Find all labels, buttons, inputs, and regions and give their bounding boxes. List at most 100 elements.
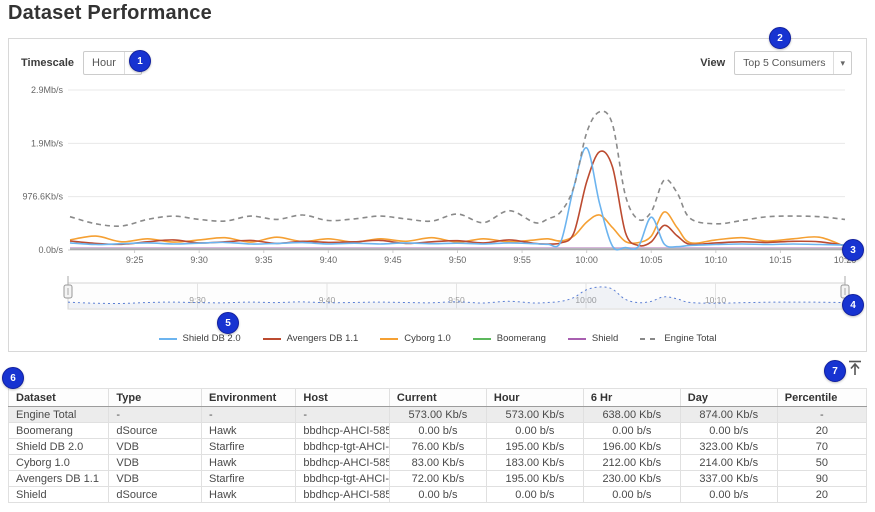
cell-six_hr: 196.00 Kb/s: [583, 439, 680, 455]
legend-swatch: [159, 338, 177, 340]
cell-type: VDB: [109, 439, 202, 455]
cell-current: 76.00 Kb/s: [389, 439, 486, 455]
column-header-day[interactable]: Day: [680, 389, 777, 407]
cell-hour: 195.00 Kb/s: [486, 439, 583, 455]
legend-item-shield[interactable]: Shield: [568, 333, 618, 344]
callout-badge-1: 1: [129, 50, 151, 72]
cell-percentile: 20: [777, 423, 866, 439]
column-header-six_hr[interactable]: 6 Hr: [583, 389, 680, 407]
legend-swatch: [380, 338, 398, 340]
cell-six_hr: 638.00 Kb/s: [583, 407, 680, 423]
callout-badge-7: 7: [824, 360, 846, 382]
cell-six_hr: 230.00 Kb/s: [583, 471, 680, 487]
table-header-row: DatasetTypeEnvironmentHostCurrentHour6 H…: [9, 389, 867, 407]
cell-six_hr: 0.00 b/s: [583, 423, 680, 439]
cell-hour: 195.00 Kb/s: [486, 471, 583, 487]
cell-hour: 0.00 b/s: [486, 423, 583, 439]
cell-type: dSource: [109, 423, 202, 439]
view-control: View Top 5 Consumers ▾: [700, 51, 852, 75]
cell-environment: -: [202, 407, 296, 423]
cell-type: dSource: [109, 487, 202, 503]
legend-swatch: [473, 338, 491, 340]
chart-panel: Timescale Hour ▾ View Top 5 Consumers ▾ …: [8, 38, 867, 352]
legend-item-engine-total[interactable]: Engine Total: [640, 333, 716, 344]
cell-host: bbdhcp-AHCI-585...: [296, 487, 390, 503]
legend-item-cyborg-1-0[interactable]: Cyborg 1.0: [380, 333, 450, 344]
page-title: Dataset Performance: [8, 2, 212, 25]
legend-label: Engine Total: [664, 333, 716, 344]
dataset-link[interactable]: Avengers DB 1.1: [9, 471, 109, 487]
callout-badge-6: 6: [2, 367, 24, 389]
cell-environment: Hawk: [202, 487, 296, 503]
dataset-link[interactable]: Cyborg 1.0: [9, 455, 109, 471]
cell-environment: Starfire: [202, 439, 296, 455]
cell-percentile: 20: [777, 487, 866, 503]
dataset-table: DatasetTypeEnvironmentHostCurrentHour6 H…: [8, 388, 867, 503]
cell-type: -: [109, 407, 202, 423]
cell-type: VDB: [109, 471, 202, 487]
cell-host: -: [296, 407, 390, 423]
view-label: View: [700, 57, 725, 69]
cell-percentile: 50: [777, 455, 866, 471]
legend-label: Boomerang: [497, 333, 546, 344]
cell-environment: Hawk: [202, 423, 296, 439]
cell-six_hr: 212.00 Kb/s: [583, 455, 680, 471]
cell-day: 214.00 Kb/s: [680, 455, 777, 471]
column-header-type[interactable]: Type: [109, 389, 202, 407]
chart-legend: Shield DB 2.0 Avengers DB 1.1 Cyborg 1.0 Bo…: [9, 333, 866, 344]
cell-environment: Starfire: [202, 471, 296, 487]
cell-hour: 183.00 Kb/s: [486, 455, 583, 471]
cell-current: 573.00 Kb/s: [389, 407, 486, 423]
dataset-performance-page: Dataset Performance Timescale Hour ▾ Vie…: [0, 0, 875, 512]
dataset-link[interactable]: Boomerang: [9, 423, 109, 439]
table-row-engine-total: Engine Total---573.00 Kb/s573.00 Kb/s638…: [9, 407, 867, 423]
cell-environment: Hawk: [202, 455, 296, 471]
cell-day: 337.00 Kb/s: [680, 471, 777, 487]
legend-item-shield-db-2-0[interactable]: Shield DB 2.0: [159, 333, 241, 344]
cell-day: 874.00 Kb/s: [680, 407, 777, 423]
table-row-shield: ShielddSourceHawkbbdhcp-AHCI-585... 0.00 …: [9, 487, 867, 503]
legend-label: Avengers DB 1.1: [287, 333, 359, 344]
column-header-environment[interactable]: Environment: [202, 389, 296, 407]
cell-day: 0.00 b/s: [680, 487, 777, 503]
view-dropdown[interactable]: Top 5 Consumers ▾: [734, 51, 852, 75]
timescale-control: Timescale Hour ▾: [21, 51, 142, 75]
legend-swatch: [568, 338, 586, 340]
cell-hour: 573.00 Kb/s: [486, 407, 583, 423]
column-header-percentile[interactable]: Percentile: [777, 389, 866, 407]
legend-item-avengers-db-1-1[interactable]: Avengers DB 1.1: [263, 333, 359, 344]
table-row-shield-db-2-0: Shield DB 2.0VDBStarfirebbdhcp-tgt-AHCI-…: [9, 439, 867, 455]
cell-day: 323.00 Kb/s: [680, 439, 777, 455]
cell-type: VDB: [109, 455, 202, 471]
cell-host: bbdhcp-tgt-AHCI-...: [296, 471, 390, 487]
export-icon[interactable]: [845, 358, 865, 378]
cell-six_hr: 0.00 b/s: [583, 487, 680, 503]
cell-dataset: Engine Total: [9, 407, 109, 423]
timescale-label: Timescale: [21, 57, 74, 69]
chevron-down-icon[interactable]: ▾: [834, 58, 851, 69]
cell-percentile: 70: [777, 439, 866, 455]
cell-percentile: -: [777, 407, 866, 423]
cell-hour: 0.00 b/s: [486, 487, 583, 503]
view-selected-value: Top 5 Consumers: [735, 57, 833, 69]
callout-badge-3: 3: [842, 239, 864, 261]
cell-percentile: 90: [777, 471, 866, 487]
column-header-hour[interactable]: Hour: [486, 389, 583, 407]
column-header-host[interactable]: Host: [296, 389, 390, 407]
table-row-avengers-db-1-1: Avengers DB 1.1VDBStarfirebbdhcp-tgt-AHC…: [9, 471, 867, 487]
legend-label: Shield DB 2.0: [183, 333, 241, 344]
timescale-selected-value: Hour: [84, 57, 124, 69]
dataset-link[interactable]: Shield: [9, 487, 109, 503]
cell-day: 0.00 b/s: [680, 423, 777, 439]
dataset-link[interactable]: Shield DB 2.0: [9, 439, 109, 455]
legend-label: Cyborg 1.0: [404, 333, 450, 344]
cell-current: 72.00 Kb/s: [389, 471, 486, 487]
column-header-current[interactable]: Current: [389, 389, 486, 407]
legend-item-boomerang[interactable]: Boomerang: [473, 333, 546, 344]
callout-badge-2: 2: [769, 27, 791, 49]
table-row-boomerang: BoomerangdSourceHawkbbdhcp-AHCI-585...0.…: [9, 423, 867, 439]
cell-current: 83.00 Kb/s: [389, 455, 486, 471]
column-header-dataset[interactable]: Dataset: [9, 389, 109, 407]
legend-label: Shield: [592, 333, 618, 344]
table-row-cyborg-1-0: Cyborg 1.0VDBHawkbbdhcp-AHCI-585...83.00…: [9, 455, 867, 471]
